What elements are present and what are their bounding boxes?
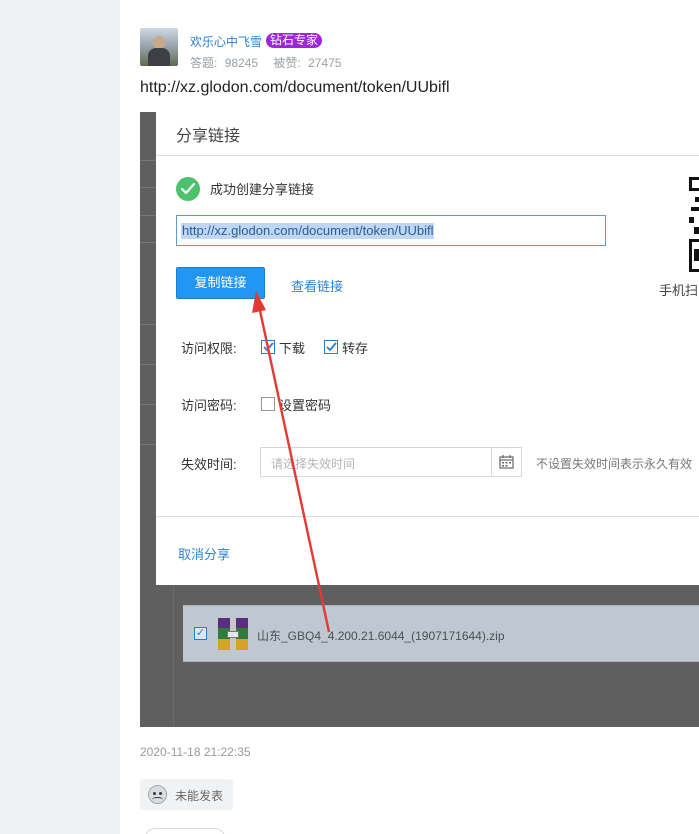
view-link[interactable]: 查看链接 [291,276,343,295]
cancel-share-link[interactable]: 取消分享 [178,544,230,563]
qr-caption: 手机扫 [659,283,699,298]
dialog-divider [156,516,699,517]
copy-link-button[interactable]: 复制链接 [176,267,265,299]
left-gutter [0,0,120,834]
calendar-button[interactable] [491,448,521,476]
post-timestamp: 2020-11-18 21:22:35 [140,745,251,759]
expire-date-input[interactable]: 请选择失效时间 [260,447,522,477]
file-checkbox: ✓ [194,627,207,640]
share-link-value[interactable]: http://xz.glodon.com/document/token/UUbi… [181,223,435,239]
background-file-row: ✓ 山东_GBQ4_4.200.21.6044_(1907171644).zip [183,605,699,662]
qr-code-icon [689,177,699,272]
expert-badge: 钻石专家 [266,33,323,48]
save-label: 转存 [342,341,369,356]
file-name: 山东_GBQ4_4.200.21.6044_(1907171644).zip [257,629,505,643]
set-password-label: 设置密码 [279,398,332,413]
sad-emoji-icon [148,785,167,804]
page: 欢乐心中飞雪 钻石专家 答题: 98245 被赞: 27475 http://x… [0,0,699,834]
share-link-dialog: 分享链接 成功创建分享链接 http://xz.glodon.com/docum… [156,112,699,585]
checkbox-check-icon [263,342,274,352]
reaction-button[interactable]: 未能发表 [140,779,233,810]
success-check-icon [176,177,200,201]
background-column-line [173,582,174,727]
background-divider [140,444,156,445]
post-link-text: http://xz.glodon.com/document/token/UUbi… [140,79,450,96]
likes-label: 被赞: [273,56,301,70]
access-password-label: 访问密码: [181,398,237,413]
avatar-body [148,48,170,66]
background-divider [140,160,156,161]
expire-time-label: 失效时间: [181,457,237,472]
avatar[interactable] [140,28,178,66]
background-divider [140,187,156,188]
checkbox-check-icon [326,342,337,352]
zip-file-icon [218,618,248,650]
author-stats: 答题: 98245 被赞: 27475 [190,54,353,71]
success-message: 成功创建分享链接 [210,182,315,197]
author-name[interactable]: 欢乐心中飞雪 [190,33,262,50]
background-divider [140,242,156,243]
set-password-checkbox[interactable] [261,397,275,411]
answers-count: 98245 [224,56,259,70]
download-label: 下载 [279,341,306,356]
save-checkbox[interactable] [324,340,338,354]
action-pill[interactable] [145,828,225,834]
expire-date-placeholder: 请选择失效时间 [271,457,356,471]
answers-label: 答题: [190,56,218,70]
background-divider [140,364,156,365]
dialog-title: 分享链接 [176,128,241,145]
download-checkbox[interactable] [261,340,275,354]
reaction-label: 未能发表 [175,789,224,803]
screenshot-image: ✓ 山东_GBQ4_4.200.21.6044_(1907171644).zip… [140,112,699,727]
share-link-field[interactable]: http://xz.glodon.com/document/token/UUbi… [176,215,606,246]
expire-hint: 不设置失效时间表示永久有效 [536,457,693,471]
access-permission-label: 访问权限: [181,341,237,356]
background-divider [140,324,156,325]
background-divider [140,215,156,216]
calendar-icon [499,455,514,469]
dialog-divider [156,155,699,156]
likes-count: 27475 [308,56,342,70]
background-divider [140,404,156,405]
